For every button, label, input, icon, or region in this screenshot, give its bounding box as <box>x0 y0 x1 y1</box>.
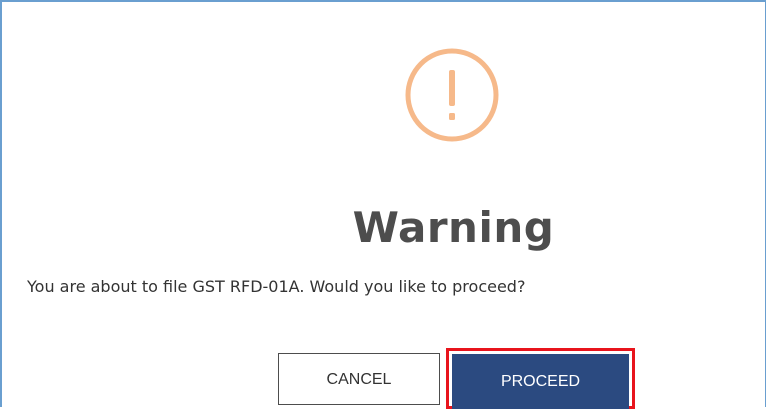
exclamation-circle-icon <box>405 48 499 142</box>
cancel-button[interactable]: CANCEL <box>278 353 440 405</box>
dialog-message: You are about to file GST RFD-01A. Would… <box>27 277 526 296</box>
dialog-title: Warning <box>352 203 555 252</box>
warning-dialog: Warning You are about to file GST RFD-01… <box>0 0 766 409</box>
proceed-button[interactable]: PROCEED <box>452 354 629 409</box>
